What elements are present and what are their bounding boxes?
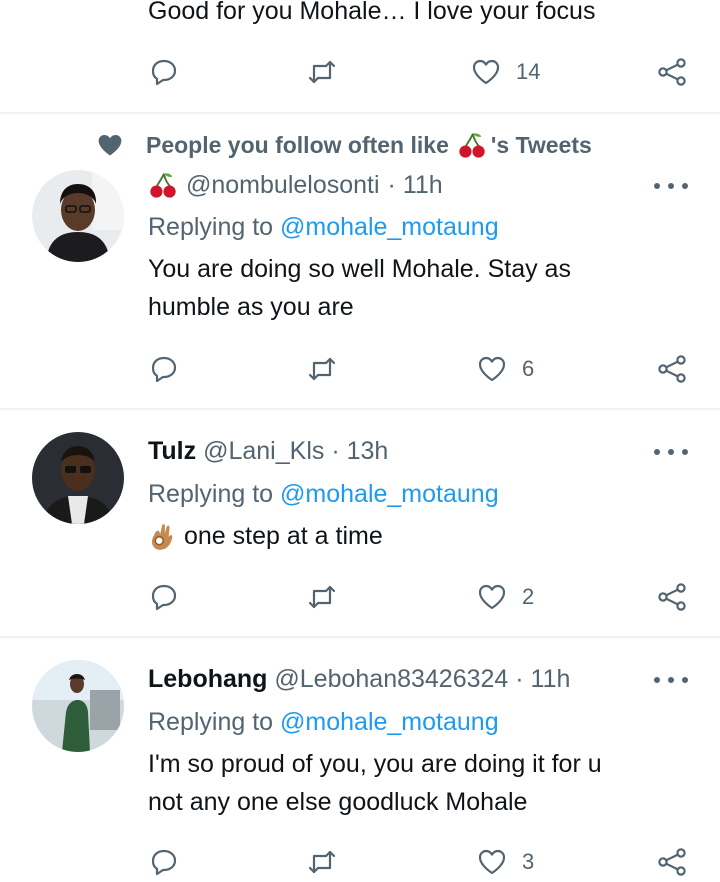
- divider: [0, 408, 720, 410]
- reply-button[interactable]: [148, 577, 180, 617]
- share-button[interactable]: [656, 577, 688, 617]
- retweet-button[interactable]: [306, 52, 338, 92]
- reply-button[interactable]: [148, 52, 180, 92]
- tweet-text: You are doing so well Mohale. Stay as: [148, 255, 571, 283]
- timestamp[interactable]: · 13h: [331, 437, 388, 465]
- tweet-header: Tulz @Lani_Kls · 13h: [148, 432, 388, 470]
- more-button[interactable]: [654, 670, 688, 690]
- like-count: 6: [522, 356, 535, 381]
- share-button[interactable]: [656, 52, 688, 92]
- cherry-emoji: [150, 173, 176, 198]
- reply-button[interactable]: [148, 349, 180, 389]
- reply-icon: [151, 356, 177, 383]
- ok-hand-emoji: [151, 524, 173, 550]
- share-icon: [658, 583, 686, 611]
- retweet-button[interactable]: [306, 842, 338, 882]
- share-icon: [658, 355, 686, 383]
- more-button[interactable]: [654, 176, 688, 196]
- retweet-icon: [308, 60, 336, 84]
- handle[interactable]: @nombulelosonti: [186, 166, 380, 204]
- heart-icon: [478, 356, 506, 382]
- share-button[interactable]: [656, 349, 688, 389]
- avatar[interactable]: [32, 170, 124, 262]
- replying-to: Replying to @mohale_motaung: [148, 208, 499, 246]
- reply-icon: [151, 849, 177, 876]
- timestamp[interactable]: · 11h: [388, 166, 443, 204]
- replying-label: Replying to: [148, 213, 274, 241]
- heart-icon: [478, 584, 506, 610]
- share-button[interactable]: [656, 842, 688, 882]
- timestamp[interactable]: · 11h: [515, 665, 570, 693]
- divider: [0, 112, 720, 114]
- tweet-header: @nombulelosonti · 11h: [148, 166, 443, 204]
- display-name[interactable]: Lebohang: [148, 665, 267, 693]
- like-count: 2: [522, 584, 535, 609]
- social-context-text: People you follow often like: [146, 131, 449, 158]
- reply-icon: [151, 584, 177, 611]
- retweet-button[interactable]: [306, 577, 338, 617]
- share-icon: [658, 58, 686, 86]
- tweet-actions: 14: [148, 52, 698, 92]
- retweet-button[interactable]: [306, 349, 338, 389]
- retweet-icon: [308, 585, 336, 609]
- replying-handle[interactable]: @mohale_motaung: [280, 480, 499, 508]
- reply-icon: [151, 59, 177, 86]
- replying-label: Replying to: [148, 480, 274, 508]
- reply-button[interactable]: [148, 842, 180, 882]
- tweet-actions: 6: [148, 349, 698, 389]
- tweet-text: humble as you are: [148, 293, 354, 321]
- tweet-text-content: one step at a time: [184, 522, 383, 550]
- heart-icon: [472, 59, 500, 85]
- social-context-suffix: 's Tweets: [490, 131, 592, 158]
- replying-to: Replying to @mohale_motaung: [148, 475, 499, 513]
- cherry-emoji: [459, 133, 485, 158]
- tweet-text: not any one else goodluck Mohale: [148, 788, 528, 816]
- divider: [0, 636, 720, 638]
- replying-to: Replying to @mohale_motaung: [148, 703, 499, 741]
- avatar[interactable]: [32, 432, 124, 524]
- tweet-header: Lebohang @Lebohan83426324 · 11h: [148, 660, 570, 698]
- replying-handle[interactable]: @mohale_motaung: [280, 708, 499, 736]
- retweet-icon: [308, 850, 336, 874]
- like-button[interactable]: 2: [476, 577, 534, 617]
- tweet-text: Good for you Mohale… I love your focus: [148, 0, 596, 25]
- retweet-icon: [308, 357, 336, 381]
- heart-icon: [478, 849, 506, 875]
- handle[interactable]: @Lani_Kls: [203, 437, 324, 465]
- tweet-actions: 2: [148, 577, 698, 617]
- share-icon: [658, 848, 686, 876]
- tweet-text: I'm so proud of you, you are doing it fo…: [148, 750, 602, 778]
- handle[interactable]: @Lebohan83426324: [274, 665, 508, 693]
- like-button[interactable]: 14: [470, 52, 540, 92]
- tweet-text: one step at a time: [148, 517, 383, 555]
- replying-handle[interactable]: @mohale_motaung: [280, 213, 499, 241]
- avatar[interactable]: [32, 660, 124, 752]
- social-context: People you follow often like 's Tweets: [96, 128, 592, 162]
- tweet-actions: 3: [148, 842, 698, 882]
- like-button[interactable]: 6: [476, 349, 534, 389]
- more-button[interactable]: [654, 442, 688, 462]
- replying-label: Replying to: [148, 708, 274, 736]
- like-count: 14: [516, 59, 541, 84]
- like-count: 3: [522, 849, 535, 874]
- display-name[interactable]: Tulz: [148, 437, 196, 465]
- like-button[interactable]: 3: [476, 842, 534, 882]
- heart-icon: [98, 134, 122, 156]
